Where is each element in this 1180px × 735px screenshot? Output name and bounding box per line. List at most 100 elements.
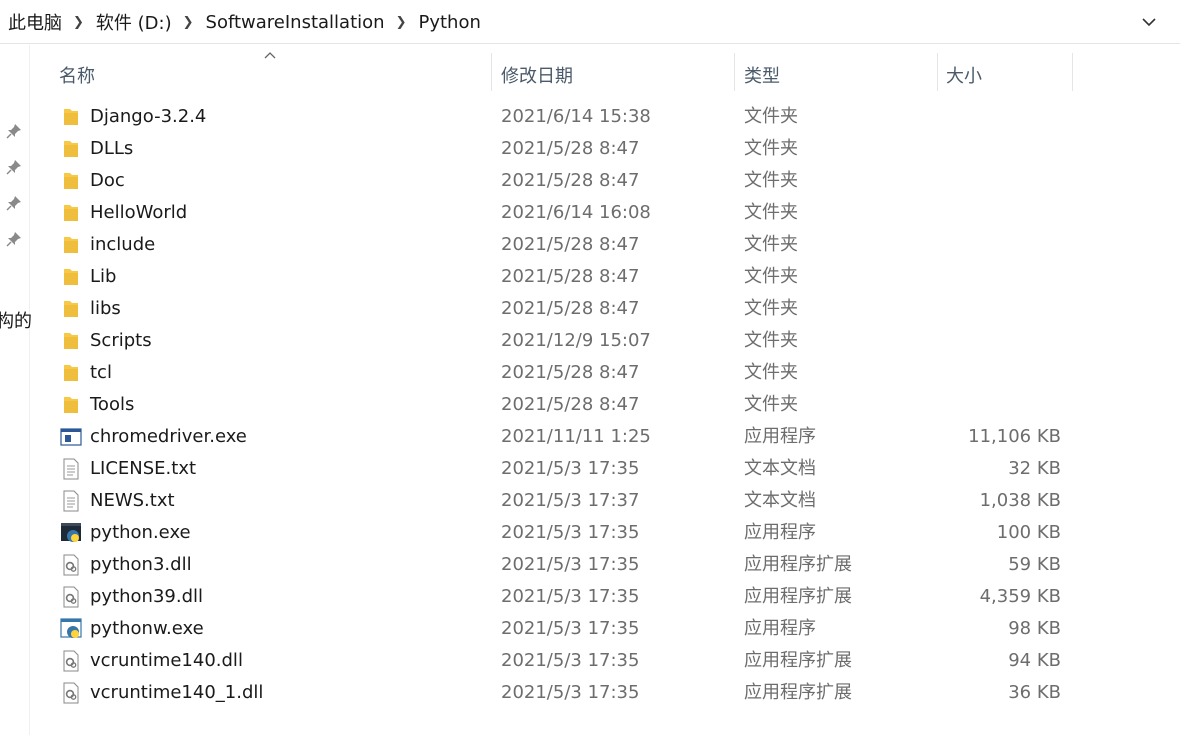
- file-type: 文件夹: [744, 362, 798, 383]
- file-type: 文件夹: [744, 298, 798, 319]
- file-name[interactable]: tcl: [90, 357, 112, 389]
- file-modified-date: 2021/5/3 17:37: [501, 490, 640, 511]
- file-name[interactable]: Doc: [90, 165, 125, 197]
- file-modified-date: 2021/5/28 8:47: [501, 362, 640, 383]
- file-row[interactable]: HelloWorld 2021/6/14 16:08 文件夹: [0, 197, 1180, 229]
- file-row[interactable]: libs 2021/5/28 8:47 文件夹: [0, 293, 1180, 325]
- file-row[interactable]: Scripts 2021/12/9 15:07 文件夹: [0, 325, 1180, 357]
- file-row[interactable]: LICENSE.txt 2021/5/3 17:35 文本文档 32 KB: [0, 453, 1180, 485]
- file-name[interactable]: LICENSE.txt: [90, 453, 196, 485]
- file-row[interactable]: python.exe 2021/5/3 17:35 应用程序 100 KB: [0, 517, 1180, 549]
- column-header-name[interactable]: 名称: [59, 60, 95, 90]
- file-size: 4,359 KB: [979, 586, 1061, 607]
- file-row[interactable]: NEWS.txt 2021/5/3 17:37 文本文档 1,038 KB: [0, 485, 1180, 517]
- folder-icon: [60, 229, 82, 261]
- file-row[interactable]: python3.dll 2021/5/3 17:35 应用程序扩展 59 KB: [0, 549, 1180, 581]
- folder-icon: [60, 165, 82, 197]
- file-name[interactable]: python.exe: [90, 517, 191, 549]
- file-row[interactable]: vcruntime140.dll 2021/5/3 17:35 应用程序扩展 94 K…: [0, 645, 1180, 677]
- file-modified-date: 2021/5/3 17:35: [501, 650, 640, 671]
- sort-ascending-icon: [264, 52, 276, 59]
- file-name[interactable]: chromedriver.exe: [90, 421, 247, 453]
- file-type: 文件夹: [744, 330, 798, 351]
- address-bar[interactable]: 此电脑 ❯ 软件 (D:) ❯ SoftwareInstallation ❯ P…: [0, 0, 1180, 44]
- file-type: 文件夹: [744, 106, 798, 127]
- pythonw-exe-icon: [60, 613, 82, 645]
- dll-icon: [60, 645, 82, 677]
- folder-icon: [60, 293, 82, 325]
- breadcrumb-software-installation[interactable]: SoftwareInstallation: [206, 12, 385, 33]
- file-size: 1,038 KB: [979, 490, 1061, 511]
- file-row[interactable]: Django-3.2.4 2021/6/14 15:38 文件夹: [0, 101, 1180, 133]
- file-row[interactable]: chromedriver.exe 2021/11/11 1:25 应用程序 11,10…: [0, 421, 1180, 453]
- file-modified-date: 2021/5/3 17:35: [501, 586, 640, 607]
- column-header-date[interactable]: 修改日期: [501, 60, 573, 90]
- file-row[interactable]: pythonw.exe 2021/5/3 17:35 应用程序 98 KB: [0, 613, 1180, 645]
- file-name[interactable]: DLLs: [90, 133, 133, 165]
- file-type: 应用程序扩展: [744, 586, 852, 607]
- dll-icon: [60, 677, 82, 709]
- column-divider[interactable]: [491, 53, 492, 91]
- file-modified-date: 2021/5/28 8:47: [501, 234, 640, 255]
- file-modified-date: 2021/6/14 15:38: [501, 106, 651, 127]
- file-name[interactable]: Tools: [90, 389, 134, 421]
- folder-icon: [60, 357, 82, 389]
- file-row[interactable]: python39.dll 2021/5/3 17:35 应用程序扩展 4,359 KB: [0, 581, 1180, 613]
- file-modified-date: 2021/5/3 17:35: [501, 682, 640, 703]
- file-row[interactable]: Doc 2021/5/28 8:47 文件夹: [0, 165, 1180, 197]
- file-row[interactable]: Lib 2021/5/28 8:47 文件夹: [0, 261, 1180, 293]
- folder-icon: [60, 101, 82, 133]
- file-type: 文本文档: [744, 490, 816, 511]
- file-row[interactable]: include 2021/5/28 8:47 文件夹: [0, 229, 1180, 261]
- file-row[interactable]: DLLs 2021/5/28 8:47 文件夹: [0, 133, 1180, 165]
- dll-icon: [60, 581, 82, 613]
- chevron-right-icon[interactable]: ❯: [73, 15, 84, 30]
- text-file-icon: [60, 453, 82, 485]
- file-size: 32 KB: [1008, 458, 1061, 479]
- file-type: 应用程序: [744, 522, 816, 543]
- file-name[interactable]: Django-3.2.4: [90, 101, 206, 133]
- exe-icon: [60, 421, 82, 453]
- file-row[interactable]: vcruntime140_1.dll 2021/5/3 17:35 应用程序扩展 36…: [0, 677, 1180, 709]
- file-type: 文件夹: [744, 266, 798, 287]
- file-name[interactable]: python39.dll: [90, 581, 203, 613]
- column-header-type[interactable]: 类型: [744, 60, 780, 90]
- column-divider[interactable]: [1072, 53, 1073, 91]
- breadcrumb: 此电脑 ❯ 软件 (D:) ❯ SoftwareInstallation ❯ P…: [8, 0, 481, 44]
- file-modified-date: 2021/12/9 15:07: [501, 330, 651, 351]
- file-modified-date: 2021/6/14 16:08: [501, 202, 651, 223]
- file-modified-date: 2021/5/3 17:35: [501, 618, 640, 639]
- file-type: 文件夹: [744, 394, 798, 415]
- file-name[interactable]: NEWS.txt: [90, 485, 175, 517]
- breadcrumb-python[interactable]: Python: [418, 12, 480, 33]
- breadcrumb-this-pc[interactable]: 此电脑: [8, 9, 62, 35]
- file-type: 应用程序扩展: [744, 554, 852, 575]
- chevron-down-icon[interactable]: [1137, 10, 1161, 34]
- file-name[interactable]: pythonw.exe: [90, 613, 204, 645]
- file-list: Django-3.2.4 2021/6/14 15:38 文件夹 DLLs 2021/5…: [0, 101, 1180, 709]
- file-name[interactable]: HelloWorld: [90, 197, 187, 229]
- file-modified-date: 2021/11/11 1:25: [501, 426, 651, 447]
- column-divider[interactable]: [734, 53, 735, 91]
- file-type: 文件夹: [744, 202, 798, 223]
- file-name[interactable]: python3.dll: [90, 549, 192, 581]
- file-name[interactable]: libs: [90, 293, 121, 325]
- folder-icon: [60, 133, 82, 165]
- file-name[interactable]: vcruntime140.dll: [90, 645, 243, 677]
- file-type: 应用程序: [744, 618, 816, 639]
- chevron-right-icon[interactable]: ❯: [183, 15, 194, 30]
- column-divider[interactable]: [937, 53, 938, 91]
- file-name[interactable]: vcruntime140_1.dll: [90, 677, 263, 709]
- file-name[interactable]: Scripts: [90, 325, 152, 357]
- file-name[interactable]: Lib: [90, 261, 116, 293]
- file-size: 94 KB: [1008, 650, 1061, 671]
- file-size: 100 KB: [996, 522, 1061, 543]
- file-row[interactable]: tcl 2021/5/28 8:47 文件夹: [0, 357, 1180, 389]
- breadcrumb-drive-d[interactable]: 软件 (D:): [96, 9, 172, 35]
- file-size: 11,106 KB: [968, 426, 1061, 447]
- file-type: 文件夹: [744, 234, 798, 255]
- file-name[interactable]: include: [90, 229, 155, 261]
- chevron-right-icon[interactable]: ❯: [396, 15, 407, 30]
- file-row[interactable]: Tools 2021/5/28 8:47 文件夹: [0, 389, 1180, 421]
- column-header-size[interactable]: 大小: [946, 60, 982, 90]
